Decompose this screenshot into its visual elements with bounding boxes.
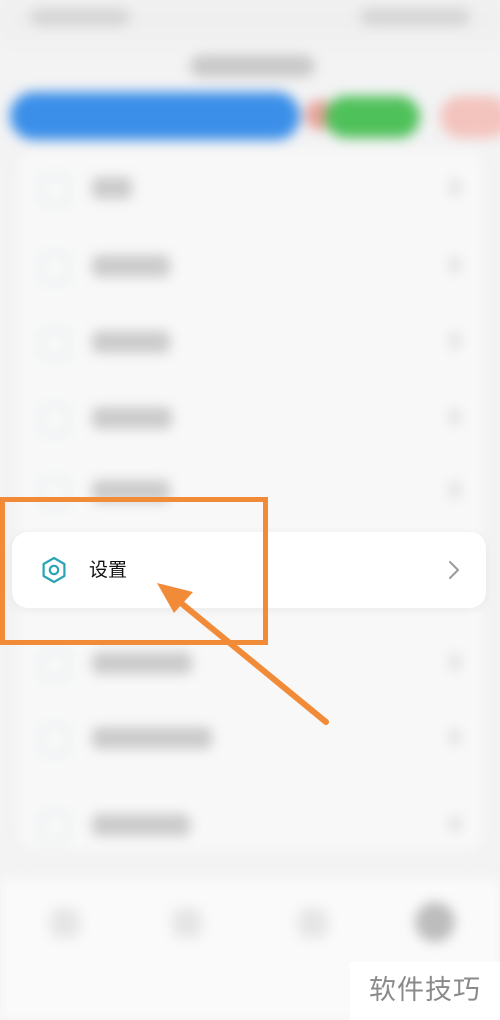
settings-menu-item[interactable]: 设置: [12, 532, 486, 608]
menu-row-icon: [40, 329, 70, 359]
status-bar-right: [360, 8, 470, 26]
chevron-right-icon: [450, 482, 460, 498]
menu-row-text: [92, 814, 190, 836]
menu-row-icon: [40, 725, 70, 755]
menu-row-text: [92, 255, 170, 277]
menu-row-blurred: [40, 640, 460, 684]
menu-row-text: [92, 480, 170, 502]
menu-row-blurred: [40, 319, 460, 363]
menu-row-icon: [40, 175, 70, 205]
tab-icon-blurred: [50, 908, 80, 938]
menu-row-text: [92, 177, 132, 199]
chevron-right-icon: [450, 409, 460, 425]
hexagon-settings-icon: [42, 556, 66, 584]
banner-card-green: [325, 96, 420, 138]
menu-row-blurred: [40, 395, 460, 439]
menu-row-text: [92, 652, 192, 674]
menu-row-icon: [40, 253, 70, 283]
menu-row-icon: [40, 650, 70, 680]
menu-row-icon: [40, 478, 70, 508]
tab-icon-blurred: [298, 908, 328, 938]
chevron-right-icon: [450, 257, 460, 273]
menu-row-blurred: [40, 165, 460, 209]
watermark: 软件技巧: [350, 962, 500, 1020]
menu-row-icon: [40, 405, 70, 435]
menu-row-blurred: [40, 243, 460, 287]
status-bar-left: [30, 8, 130, 26]
menu-row-text: [92, 407, 172, 429]
menu-row-blurred: [40, 802, 460, 846]
menu-row-text: [92, 331, 170, 353]
settings-label: 设置: [89, 559, 128, 581]
menu-row-blurred: [40, 468, 460, 512]
banner-card-pink: [440, 96, 500, 138]
tab-icon-blurred: [172, 908, 202, 938]
chevron-right-icon: [450, 729, 460, 745]
status-bar: [0, 0, 500, 40]
menu-row-blurred: [40, 715, 460, 759]
tab-avatar-blurred: [415, 902, 455, 942]
chevron-right-icon: [450, 179, 460, 195]
chevron-right-icon: [450, 654, 460, 670]
menu-row-icon: [40, 812, 70, 842]
chevron-right-icon: [449, 561, 459, 579]
menu-row-text: [92, 727, 212, 749]
chevron-right-icon: [450, 333, 460, 349]
banner-card-blue: [10, 92, 300, 140]
page-header-blurred: [190, 55, 315, 77]
chevron-right-icon: [450, 816, 460, 832]
